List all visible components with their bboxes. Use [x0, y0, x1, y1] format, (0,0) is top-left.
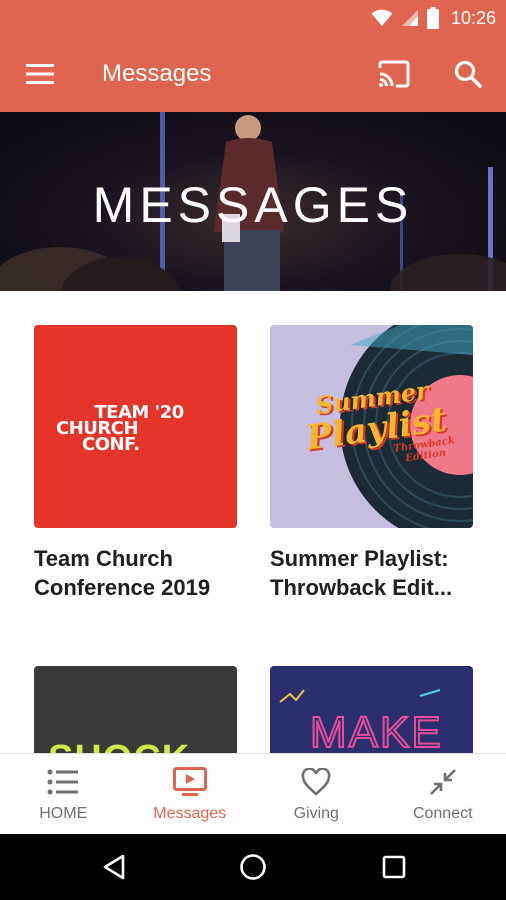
- battery-icon: [426, 7, 439, 29]
- hamburger-menu-icon: [26, 64, 54, 84]
- recents-button[interactable]: [374, 849, 414, 885]
- search-button[interactable]: [448, 56, 488, 92]
- page-title: Messages: [102, 60, 212, 87]
- back-button[interactable]: [94, 849, 134, 885]
- cell-signal-icon: [401, 10, 418, 26]
- status-icons: 10:26: [371, 0, 496, 36]
- tv-play-icon: [172, 766, 208, 798]
- heart-icon: [298, 766, 334, 798]
- back-triangle-icon: [103, 854, 125, 880]
- series-title: Team Church Conference 2019: [34, 546, 211, 600]
- list-icon: [45, 766, 81, 798]
- recents-square-icon: [382, 855, 406, 879]
- series-thumbnail: Summer Playlist Throwback Edition: [270, 325, 473, 528]
- decorative-lines: [279, 689, 441, 703]
- nav-item-messages[interactable]: Messages: [127, 754, 254, 834]
- series-thumbnail: TEAM '20 CHURCH CONF.: [34, 325, 237, 528]
- hero-banner: MESSAGES: [0, 112, 506, 291]
- series-card[interactable]: TEAM '20 CHURCH CONF. Team Church Confer…: [34, 325, 237, 602]
- system-navigation-bar: [0, 834, 506, 900]
- nav-label: Messages: [153, 805, 227, 822]
- hero-title: MESSAGES: [92, 177, 414, 233]
- nav-item-home[interactable]: HOME: [0, 754, 127, 834]
- wifi-icon: [371, 9, 393, 26]
- cast-button[interactable]: [374, 56, 414, 92]
- nav-item-giving[interactable]: Giving: [253, 754, 380, 834]
- bottom-navigation: HOME Messages Giving Connect: [0, 753, 506, 834]
- home-button[interactable]: [233, 849, 273, 885]
- nav-label: HOME: [39, 805, 88, 822]
- cast-icon: [378, 60, 410, 88]
- nav-label: Connect: [412, 805, 473, 822]
- series-card[interactable]: Summer Playlist Throwback Edition Summer…: [270, 325, 473, 602]
- search-icon: [454, 60, 482, 88]
- art-text-line: CONF.: [82, 434, 140, 455]
- connect-arrows-icon: [425, 766, 461, 798]
- home-circle-icon: [240, 854, 266, 880]
- status-time: 10:26: [450, 7, 496, 28]
- nav-label: Giving: [293, 805, 339, 822]
- series-title: Summer Playlist: Throwback Edit...: [270, 546, 453, 600]
- nav-item-connect[interactable]: Connect: [380, 754, 506, 834]
- menu-button[interactable]: [22, 58, 58, 90]
- app-bar: Messages: [0, 36, 506, 112]
- status-bar: 10:26: [0, 0, 506, 36]
